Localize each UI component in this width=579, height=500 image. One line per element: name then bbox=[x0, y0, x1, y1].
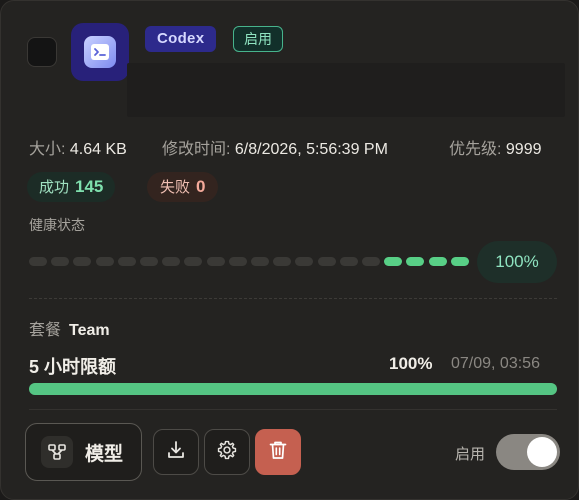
health-segment bbox=[162, 257, 181, 266]
footer-divider bbox=[29, 409, 557, 410]
terminal-icon bbox=[84, 36, 116, 68]
health-segment bbox=[339, 257, 358, 266]
health-segment bbox=[428, 257, 447, 266]
provider-tag: Codex bbox=[145, 26, 217, 52]
plan-value: Team bbox=[69, 322, 110, 339]
download-button[interactable] bbox=[153, 429, 199, 475]
health-segment bbox=[140, 257, 158, 266]
health-segment bbox=[317, 257, 336, 266]
model-graph-icon bbox=[41, 436, 73, 468]
codex-app-icon bbox=[71, 23, 129, 81]
delete-button[interactable] bbox=[255, 429, 301, 475]
download-icon bbox=[165, 439, 187, 466]
plan-label: 套餐 bbox=[29, 322, 62, 339]
fail-count-badge: 失败 0 bbox=[147, 172, 219, 202]
health-label: 健康状态 bbox=[29, 217, 85, 233]
priority-meta: 优先级: 9999 bbox=[449, 135, 542, 159]
health-segment bbox=[117, 257, 136, 266]
modified-meta: 修改时间: 6/8/2026, 5:56:39 PM bbox=[162, 135, 388, 159]
health-segment bbox=[384, 257, 403, 266]
modified-label: 修改时间: bbox=[162, 141, 231, 158]
health-segment bbox=[228, 257, 247, 266]
fail-count: 0 bbox=[196, 177, 206, 196]
enable-toggle-label: 启用 bbox=[455, 446, 486, 463]
priority-label: 优先级: bbox=[449, 141, 502, 158]
success-count: 145 bbox=[75, 177, 104, 196]
plan-row: 套餐 Team bbox=[29, 316, 110, 340]
success-count-badge: 成功 145 bbox=[27, 172, 116, 202]
health-percent: 100% bbox=[477, 241, 557, 283]
size-value: 4.64 KB bbox=[69, 141, 127, 158]
health-segment bbox=[273, 257, 292, 266]
trash-icon bbox=[267, 439, 289, 466]
success-label: 成功 bbox=[39, 179, 70, 196]
health-segment bbox=[73, 257, 92, 266]
quota-percent: 100% bbox=[389, 354, 433, 373]
health-segment bbox=[95, 257, 114, 266]
quota-progress-fill bbox=[29, 383, 557, 395]
health-segment bbox=[295, 257, 314, 266]
health-segment bbox=[406, 257, 425, 266]
status-badge: 启用 bbox=[233, 26, 283, 52]
model-button[interactable]: 模型 bbox=[25, 423, 142, 481]
model-button-label: 模型 bbox=[85, 443, 124, 465]
fail-label: 失败 bbox=[160, 179, 191, 196]
priority-value: 9999 bbox=[505, 141, 542, 158]
health-segment bbox=[362, 257, 380, 266]
enable-toggle[interactable] bbox=[496, 434, 560, 470]
health-segment-bar bbox=[29, 257, 469, 267]
size-label: 大小: bbox=[29, 141, 66, 158]
gear-icon bbox=[216, 439, 238, 466]
account-name-redacted bbox=[127, 63, 565, 117]
health-segment bbox=[206, 257, 225, 266]
settings-button[interactable] bbox=[204, 429, 250, 475]
account-card: Codex 启用 大小: 4.64 KB 修改时间: 6/8/2026, 5:5… bbox=[0, 0, 579, 500]
health-segment bbox=[184, 257, 203, 266]
health-segment bbox=[51, 257, 70, 266]
quota-progress-track bbox=[29, 383, 557, 395]
select-checkbox[interactable] bbox=[27, 37, 57, 67]
quota-reset-time: 07/09, 03:56 bbox=[451, 355, 540, 372]
health-segment bbox=[251, 257, 269, 266]
modified-value: 6/8/2026, 5:56:39 PM bbox=[234, 141, 388, 158]
section-divider bbox=[29, 298, 557, 299]
meta-row: 大小: 4.64 KB 修改时间: 6/8/2026, 5:56:39 PM 优… bbox=[29, 135, 559, 158]
quota-label: 5 小时限额 bbox=[29, 357, 117, 377]
size-meta: 大小: 4.64 KB bbox=[29, 135, 127, 159]
health-segment bbox=[450, 257, 469, 266]
toggle-knob bbox=[527, 437, 557, 467]
health-segment bbox=[29, 257, 47, 266]
